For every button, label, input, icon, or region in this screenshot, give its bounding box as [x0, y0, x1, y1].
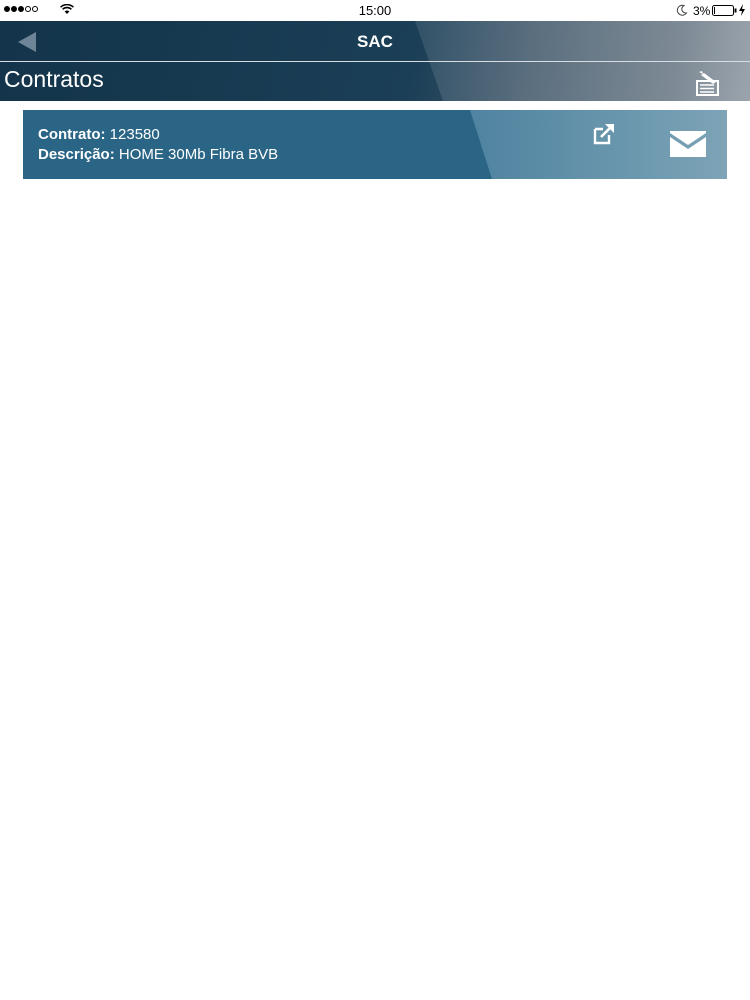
external-link-icon[interactable]	[592, 122, 616, 146]
description-label: Descrição:	[38, 146, 115, 163]
contract-number-row: Contrato: 123580	[38, 126, 160, 143]
battery-icon	[712, 5, 737, 16]
nav-title: SAC	[357, 32, 393, 51]
contract-description-row: Descrição: HOME 30Mb Fibra BVB	[38, 146, 278, 163]
status-time: 15:00	[358, 3, 392, 18]
moon-icon	[676, 4, 688, 16]
page-title: Contratos	[4, 66, 104, 92]
contract-number: 123580	[109, 126, 160, 143]
envelope-icon[interactable]	[669, 130, 707, 158]
nav-divider	[0, 61, 750, 62]
navigation-bar: SAC Contratos	[0, 21, 750, 101]
contract-list-item[interactable]: Contrato: 123580 Descrição: HOME 30Mb Fi…	[23, 110, 727, 179]
status-bar: 15:00 3%	[0, 0, 750, 21]
battery-percentage: 3%	[693, 4, 711, 18]
charging-bolt-icon	[739, 4, 745, 16]
contract-description: HOME 30Mb Fibra BVB	[118, 146, 279, 163]
edit-note-icon[interactable]	[694, 69, 724, 97]
contract-label: Contrato:	[38, 126, 106, 143]
